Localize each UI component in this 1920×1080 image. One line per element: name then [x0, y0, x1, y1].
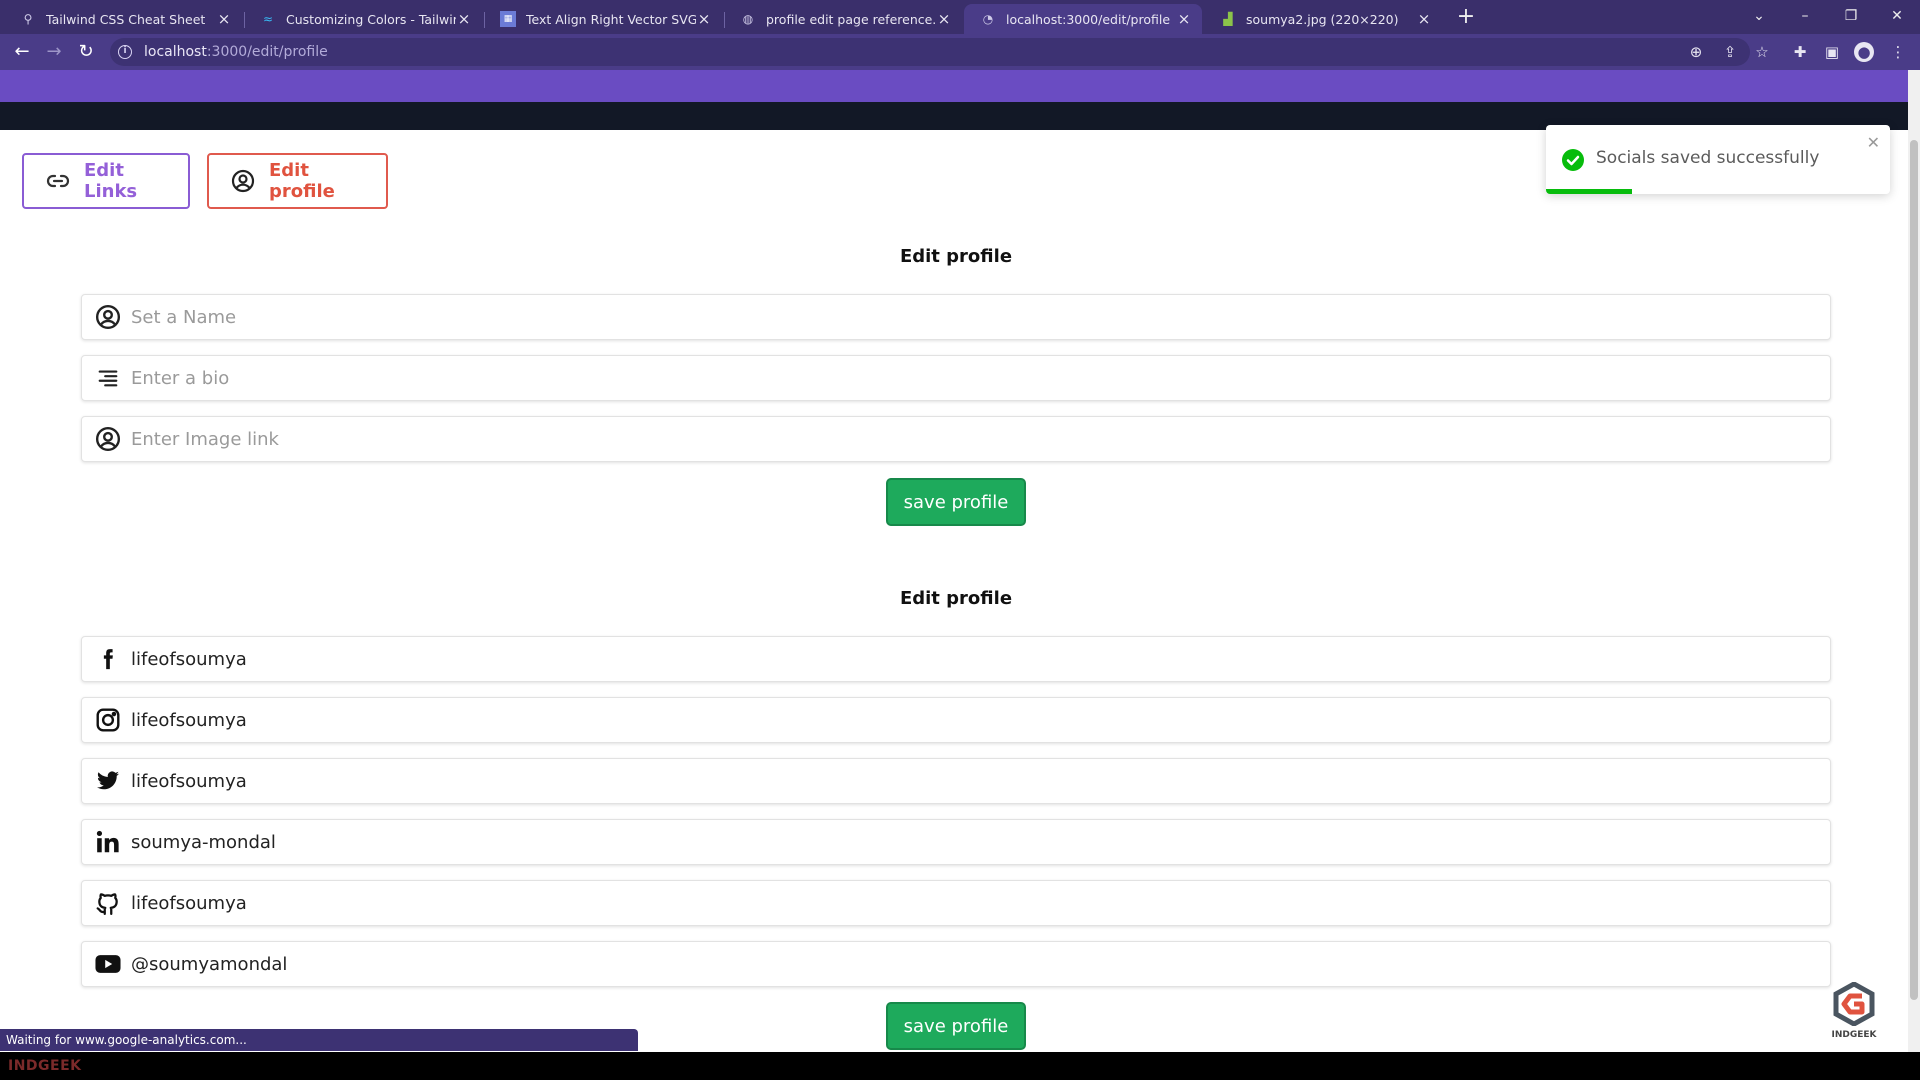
profile-avatar-icon[interactable]: ● [1854, 42, 1874, 62]
back-button[interactable]: ← [10, 40, 34, 64]
minimize-button[interactable]: – [1790, 2, 1820, 30]
side-panel-icon[interactable]: ▣ [1822, 42, 1842, 62]
text-align-right-icon [95, 365, 121, 391]
linkedin-field[interactable] [81, 819, 1831, 865]
browser-tab[interactable]: ◍ profile edit page reference.png ( × [724, 4, 962, 34]
github-icon [95, 890, 121, 916]
close-tab-icon[interactable]: × [1176, 10, 1192, 28]
github-input[interactable] [131, 881, 1830, 925]
svgrepo-icon: ▦ [500, 11, 516, 27]
twitter-input[interactable] [131, 759, 1830, 803]
bio-input[interactable] [131, 356, 1830, 400]
extensions-icon[interactable]: ✚ [1790, 42, 1810, 62]
youtube-input[interactable] [131, 942, 1830, 986]
user-circle-icon [95, 426, 121, 452]
name-input[interactable] [131, 295, 1830, 339]
github-field[interactable] [81, 880, 1831, 926]
linkedin-input[interactable] [131, 820, 1830, 864]
facebook-input[interactable] [131, 637, 1830, 681]
browser-status-bubble: Waiting for www.google-analytics.com... [0, 1029, 638, 1051]
edit-profile-label: Edit profile [269, 160, 335, 202]
header-strip [0, 70, 1920, 102]
name-field[interactable] [81, 294, 1831, 340]
youtube-field[interactable] [81, 941, 1831, 987]
facebook-field[interactable] [81, 636, 1831, 682]
save-profile-button[interactable]: save profile [886, 478, 1026, 526]
save-socials-button[interactable]: save profile [886, 1002, 1026, 1050]
close-tab-icon[interactable]: × [456, 10, 472, 28]
browser-tab-active[interactable]: ◔ localhost:3000/edit/profile × [964, 4, 1202, 34]
search-icon: ⚲ [23, 12, 33, 26]
edit-profile-button[interactable]: Edit profile [207, 153, 388, 209]
reload-button[interactable]: ↻ [74, 40, 98, 64]
edit-links-button[interactable]: Edit Links [22, 153, 190, 209]
browser-tab[interactable]: ▟ soumya2.jpg (220×220) × [1204, 4, 1442, 34]
restore-button[interactable]: ❐ [1836, 2, 1866, 30]
close-tab-icon[interactable]: × [216, 10, 232, 28]
profile-section-title: Edit profile [899, 246, 1013, 267]
twitter-field[interactable] [81, 758, 1831, 804]
success-toast: Socials saved successfully ✕ [1546, 125, 1890, 194]
close-window-button[interactable]: ✕ [1882, 2, 1912, 30]
loading-icon: ◔ [982, 12, 994, 26]
globe-icon: ◍ [742, 12, 754, 26]
indgeek-logo-text: INDGEEK [1831, 1030, 1877, 1040]
close-tab-icon[interactable]: × [696, 10, 712, 28]
indgeek-logo: INDGEEK [1826, 981, 1882, 1042]
youtube-icon [95, 951, 121, 977]
image-icon: ▟ [1223, 12, 1233, 26]
indgeek-watermark: INDGEEK [8, 1058, 82, 1074]
menu-kebab-icon[interactable]: ⋮ [1888, 42, 1908, 62]
bottom-bar: INDGEEK [0, 1052, 1920, 1080]
linkedin-icon [95, 829, 121, 855]
toast-close-icon[interactable]: ✕ [1867, 133, 1880, 152]
check-circle-icon [1562, 149, 1584, 171]
socials-section-title: Edit profile [899, 588, 1013, 609]
close-tab-icon[interactable]: × [936, 10, 952, 28]
user-circle-icon [95, 304, 121, 330]
facebook-icon [95, 646, 121, 672]
image-link-input[interactable] [131, 417, 1830, 461]
browser-tab-bar: ⚲ Tailwind CSS Cheat Sheet × ≈ Customizi… [0, 0, 1920, 34]
forward-button[interactable]: → [42, 40, 66, 64]
twitter-icon [95, 768, 121, 794]
instagram-icon [95, 707, 121, 733]
browser-tab[interactable]: ⚲ Tailwind CSS Cheat Sheet × [4, 4, 242, 34]
share-icon[interactable]: ⇪ [1720, 42, 1740, 62]
tailwind-icon: ≈ [262, 12, 274, 26]
site-info-icon[interactable]: i [118, 45, 132, 59]
browser-toolbar: ← → ↻ i localhost:3000/edit/profile ⊕ ⇪ … [0, 34, 1920, 70]
browser-tab[interactable]: ≈ Customizing Colors - Tailwind CSS × [244, 4, 482, 34]
user-circle-icon [231, 169, 255, 193]
instagram-field[interactable] [81, 697, 1831, 743]
scrollbar-thumb[interactable] [1910, 140, 1918, 1000]
image-link-field[interactable] [81, 416, 1831, 462]
zoom-icon[interactable]: ⊕ [1686, 42, 1706, 62]
toast-progress-bar [1546, 189, 1632, 194]
bookmark-star-icon[interactable]: ☆ [1752, 42, 1772, 62]
link-icon [46, 174, 70, 188]
close-tab-icon[interactable]: × [1416, 10, 1432, 28]
toast-message: Socials saved successfully [1596, 148, 1820, 168]
new-tab-button[interactable]: + [1454, 6, 1478, 30]
page-content: Edit Links Edit profile Edit profile sav… [0, 70, 1920, 1052]
edit-links-label: Edit Links [84, 160, 138, 202]
address-bar-url: localhost:3000/edit/profile [144, 44, 328, 60]
bio-field[interactable] [81, 355, 1831, 401]
instagram-input[interactable] [131, 698, 1830, 742]
page-scrollbar[interactable] [1908, 70, 1920, 1052]
browser-tab[interactable]: ▦ Text Align Right Vector SVG Icon × [484, 4, 722, 34]
address-bar[interactable]: i localhost:3000/edit/profile [110, 38, 1750, 66]
tab-search-icon[interactable]: ⌄ [1744, 2, 1774, 30]
